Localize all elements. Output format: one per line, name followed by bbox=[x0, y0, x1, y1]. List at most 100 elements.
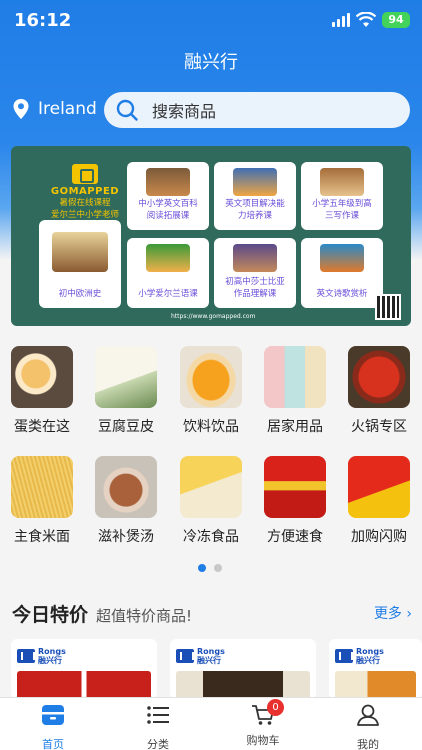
leprechaun-image bbox=[146, 244, 190, 272]
category-label: 方便速食 bbox=[267, 529, 323, 545]
product-logo: Rongs 融兴行 bbox=[17, 647, 66, 665]
flash-sale-image bbox=[348, 456, 410, 518]
wifi-icon bbox=[356, 12, 376, 27]
promo-banner[interactable]: GOMAPPED 暑假在线课程 爱尔兰中小学老师 中小学英文百科 阅读拓展课 英… bbox=[11, 146, 411, 326]
search-input[interactable]: 搜索商品 bbox=[104, 92, 410, 128]
gomapped-logo-icon bbox=[72, 164, 98, 184]
course-card: 中小学英文百科 阅读拓展课 bbox=[127, 162, 209, 230]
noodles-image bbox=[11, 456, 73, 518]
frozen-food-image bbox=[180, 456, 242, 518]
household-image bbox=[264, 346, 326, 408]
category-drinks[interactable]: 饮料饮品 bbox=[176, 346, 246, 436]
tab-label: 我的 bbox=[357, 738, 379, 750]
carousel-pagination bbox=[198, 564, 222, 572]
more-link[interactable]: 更多 › bbox=[374, 603, 412, 623]
product-image bbox=[17, 671, 151, 699]
tofu-image bbox=[95, 346, 157, 408]
category-label: 火锅专区 bbox=[351, 419, 407, 435]
category-label: 居家用品 bbox=[267, 419, 323, 435]
more-label: 更多 bbox=[373, 606, 402, 622]
status-time: 16:12 bbox=[14, 10, 72, 31]
category-tofu[interactable]: 豆腐豆皮 bbox=[91, 346, 161, 436]
bottom-tab-bar: 首页 分类 0 购物车 我的 bbox=[0, 697, 422, 750]
battery-icon: 94 bbox=[382, 12, 410, 28]
course-label: 英文诗歌赏析 bbox=[316, 289, 368, 299]
course-card: 初中欧洲史 bbox=[39, 220, 121, 308]
tab-mine[interactable]: 我的 bbox=[333, 704, 403, 750]
logo-text: Rongs 融兴行 bbox=[197, 647, 225, 665]
category-instant[interactable]: 方便速食 bbox=[260, 456, 330, 546]
banner-brand: GOMAPPED 暑假在线课程 爱尔兰中小学老师 bbox=[41, 164, 129, 221]
search-placeholder: 搜索商品 bbox=[152, 102, 217, 121]
product-image bbox=[176, 671, 310, 699]
category-label: 豆腐豆皮 bbox=[98, 419, 154, 435]
list-icon bbox=[147, 706, 169, 724]
product-logo: Rongs 融兴行 bbox=[176, 647, 225, 665]
cart-icon-wrap: 0 bbox=[251, 699, 284, 726]
section-title: 今日特价 bbox=[12, 604, 89, 626]
page-dot-active[interactable] bbox=[198, 564, 206, 572]
tab-label: 分类 bbox=[147, 738, 169, 750]
category-label: 饮料饮品 bbox=[183, 419, 239, 435]
brand-name: GOMAPPED bbox=[50, 186, 120, 197]
course-card: 英文诗歌赏析 bbox=[301, 238, 383, 308]
rongs-logo-icon bbox=[17, 649, 35, 663]
category-eggs[interactable]: 蛋类在这 bbox=[7, 346, 77, 436]
tab-category[interactable]: 分类 bbox=[123, 704, 193, 750]
category-label: 滋补煲汤 bbox=[98, 529, 154, 545]
ship-image bbox=[52, 232, 108, 272]
product-card[interactable]: Rongs 融兴行 bbox=[329, 639, 422, 699]
course-label: 英文项目解决能 力培养课 bbox=[225, 199, 285, 221]
tab-cart[interactable]: 0 购物车 bbox=[228, 699, 298, 748]
category-soup[interactable]: 滋补煲汤 bbox=[91, 456, 161, 546]
cart-count-badge: 0 bbox=[267, 699, 284, 716]
status-icons: 94 bbox=[332, 12, 410, 28]
rongs-logo-icon bbox=[176, 649, 194, 663]
eggs-image bbox=[11, 346, 73, 408]
category-hotpot[interactable]: 火锅专区 bbox=[344, 346, 414, 436]
category-label: 主食米面 bbox=[14, 529, 70, 545]
product-card[interactable]: Rongs 融兴行 bbox=[170, 639, 316, 699]
location-pin-icon bbox=[13, 99, 29, 119]
books-image bbox=[146, 168, 190, 196]
product-image bbox=[335, 671, 416, 699]
course-label: 小学爱尔兰语课 bbox=[138, 289, 198, 299]
logo-text: Rongs 融兴行 bbox=[356, 647, 384, 665]
course-card: 英文项目解决能 力培养课 bbox=[214, 162, 296, 230]
category-label: 蛋类在这 bbox=[14, 419, 70, 435]
location-selector[interactable]: Ireland bbox=[12, 98, 97, 120]
instant-noodles-image bbox=[264, 456, 326, 518]
category-label: 加购闪购 bbox=[351, 529, 407, 545]
category-frozen[interactable]: 冷冻食品 bbox=[176, 456, 246, 546]
course-label: 初高中莎士比亚 作品理解课 bbox=[225, 277, 285, 299]
product-logo: Rongs 融兴行 bbox=[335, 647, 384, 665]
page-dot[interactable] bbox=[214, 564, 222, 572]
course-label: 中小学英文百科 阅读拓展课 bbox=[138, 199, 198, 221]
category-label: 冷冻食品 bbox=[183, 529, 239, 545]
category-flash-sale[interactable]: 加购闪购 bbox=[344, 456, 414, 546]
banner-url: https://www.gomapped.com bbox=[171, 313, 256, 320]
cellular-signal-icon bbox=[332, 13, 350, 27]
drinks-image bbox=[180, 346, 242, 408]
logo-text: Rongs 融兴行 bbox=[38, 647, 66, 665]
tab-home[interactable]: 首页 bbox=[18, 704, 88, 750]
shakespeare-image bbox=[233, 244, 277, 272]
tab-label: 首页 bbox=[42, 738, 64, 750]
home-icon bbox=[42, 705, 64, 725]
course-card: 初高中莎士比亚 作品理解课 bbox=[214, 238, 296, 308]
product-card[interactable]: Rongs 融兴行 bbox=[11, 639, 157, 699]
course-card: 小学爱尔兰语课 bbox=[127, 238, 209, 308]
chevron-right-icon: › bbox=[406, 606, 412, 622]
special-offers-header: 今日特价 超值特价商品! 更多 › bbox=[12, 598, 412, 628]
course-card: 小学五年级到高 三写作课 bbox=[301, 162, 383, 230]
category-household[interactable]: 居家用品 bbox=[260, 346, 330, 436]
team-project-image bbox=[233, 168, 277, 196]
user-icon bbox=[357, 704, 379, 726]
writing-book-image bbox=[320, 168, 364, 196]
category-staples[interactable]: 主食米面 bbox=[7, 456, 77, 546]
search-icon bbox=[116, 99, 138, 121]
hotpot-image bbox=[348, 346, 410, 408]
kingfisher-image bbox=[320, 244, 364, 272]
course-label: 初中欧洲史 bbox=[58, 289, 102, 299]
course-label: 小学五年级到高 三写作课 bbox=[312, 199, 372, 221]
